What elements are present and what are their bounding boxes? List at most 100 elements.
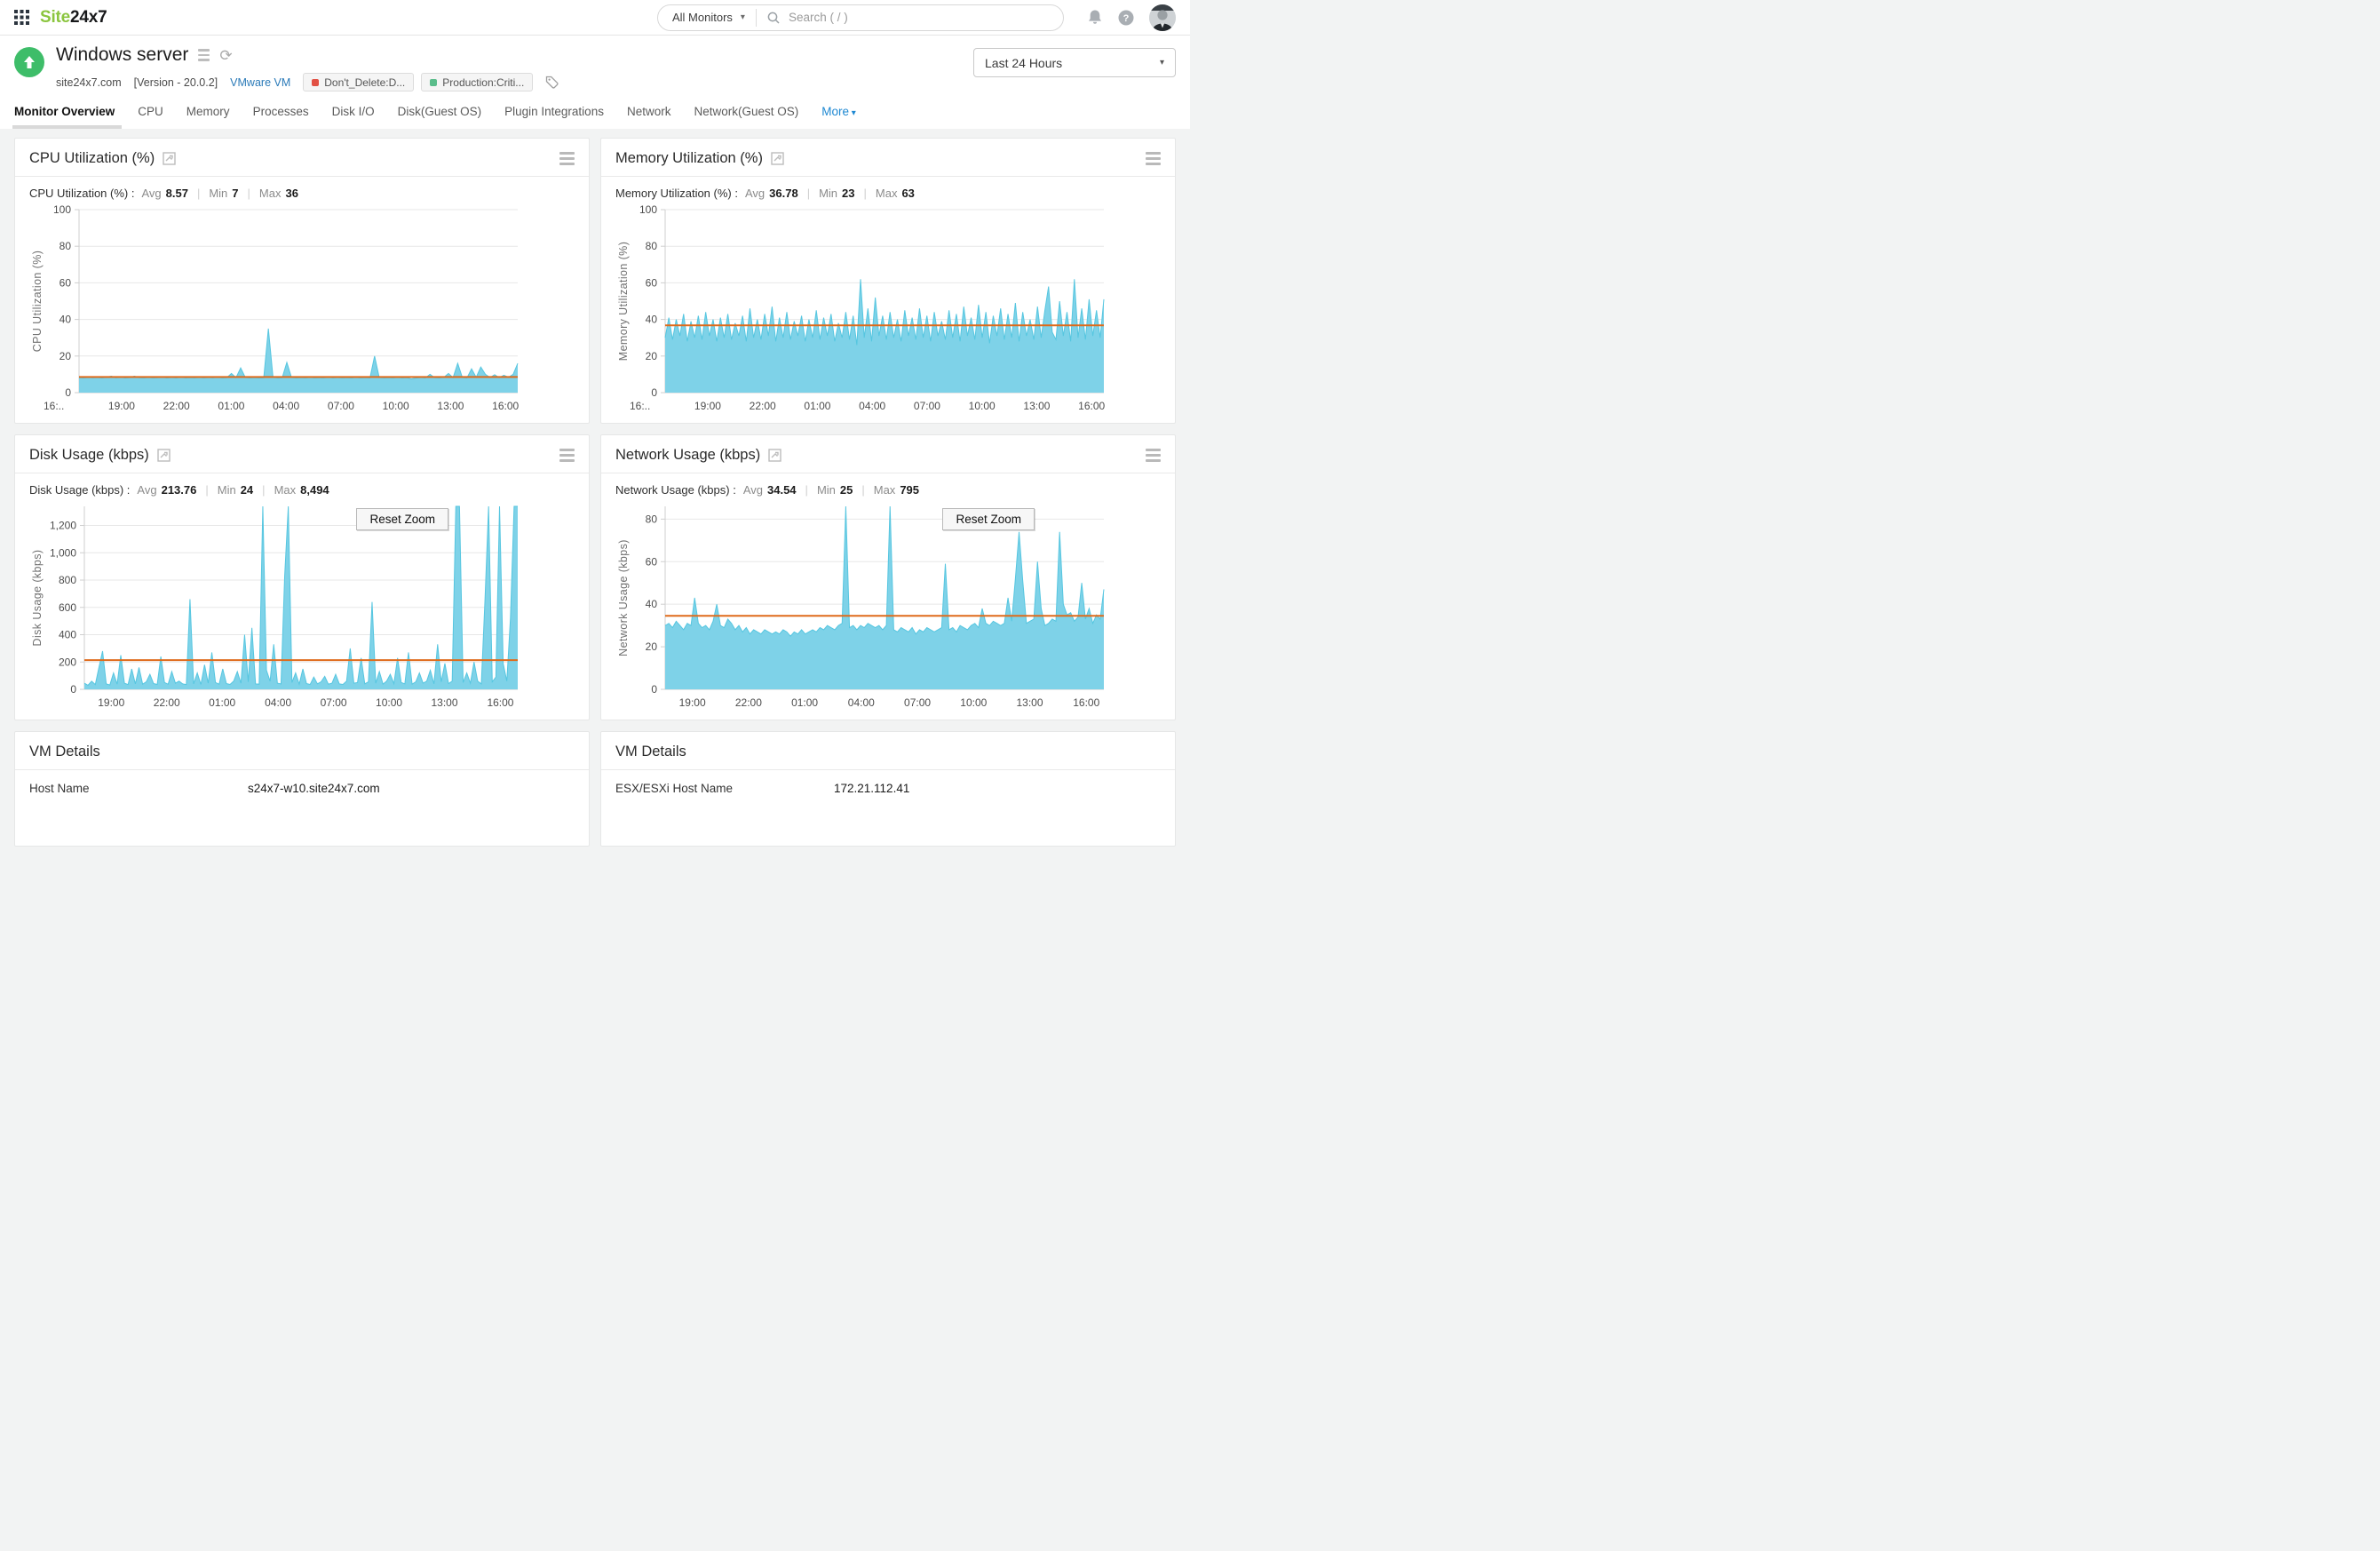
- divider: [15, 769, 589, 770]
- svg-text:0: 0: [70, 683, 76, 696]
- tab-memory[interactable]: Memory: [186, 105, 230, 129]
- svg-text:22:00: 22:00: [154, 696, 180, 709]
- memory-utilization-card: Memory Utilization (%) Memory Utilizatio…: [600, 138, 1176, 424]
- vm-details-card: VM Details Host Name s24x7-w10.site24x7.…: [14, 731, 590, 847]
- tag-icon[interactable]: [545, 76, 559, 89]
- svg-text:100: 100: [53, 203, 71, 216]
- chart-popout-icon[interactable]: [768, 449, 781, 462]
- monitor-meta: site24x7.com [Version - 20.0.2] VMware V…: [56, 73, 559, 91]
- monitor-scope-dropdown[interactable]: All Monitors ▾: [658, 11, 756, 24]
- chart-popout-icon[interactable]: [163, 152, 176, 165]
- svg-text:10:00: 10:00: [376, 696, 402, 709]
- svg-text:01:00: 01:00: [804, 400, 830, 412]
- tab-disk-guest-os[interactable]: Disk(Guest OS): [398, 105, 482, 129]
- search-box[interactable]: [757, 10, 1063, 25]
- vm-detail-value: 172.21.112.41: [834, 782, 910, 795]
- tab-network[interactable]: Network: [627, 105, 671, 129]
- tab-cpu[interactable]: CPU: [138, 105, 163, 129]
- user-avatar[interactable]: [1149, 4, 1176, 31]
- svg-text:200: 200: [59, 656, 76, 668]
- svg-text:01:00: 01:00: [791, 696, 818, 709]
- chart-title: CPU Utilization (%): [29, 150, 155, 166]
- tab-network-guest-os[interactable]: Network(Guest OS): [694, 105, 798, 129]
- svg-text:10:00: 10:00: [960, 696, 987, 709]
- app-grid-icon[interactable]: [14, 10, 29, 25]
- site-logo[interactable]: Site24x7: [40, 8, 107, 28]
- svg-text:1,000: 1,000: [50, 546, 76, 559]
- search-input[interactable]: [786, 10, 1052, 25]
- cpu-utilization-chart[interactable]: 0 20 40 60 80 100 16:.. 19:00 22:00 01:00 04:00 07:…: [29, 203, 527, 416]
- svg-text:13:00: 13:00: [437, 400, 464, 412]
- svg-text:40: 40: [646, 314, 658, 326]
- monitor-tabs: Monitor Overview CPU Memory Processes Disk I…: [0, 91, 1190, 129]
- chart-popout-icon[interactable]: [157, 449, 171, 462]
- network-usage-card: Network Usage (kbps) Network Usage (kbps…: [600, 434, 1176, 720]
- svg-text:16:00: 16:00: [487, 696, 513, 709]
- vm-details-title: VM Details: [29, 744, 100, 760]
- svg-text:80: 80: [60, 240, 72, 252]
- y-axis-title: Disk Usage (kbps): [31, 550, 44, 647]
- svg-text:40: 40: [60, 314, 72, 326]
- monitor-scope-label: All Monitors: [672, 11, 733, 24]
- help-icon[interactable]: ?: [1118, 10, 1134, 26]
- vm-detail-label: ESX/ESXi Host Name: [615, 782, 734, 795]
- network-usage-chart[interactable]: 0 20 40 60 80 19:00 22:00 01:00 04:00 07:00 10:00 1…: [615, 499, 1113, 712]
- reset-zoom-button[interactable]: Reset Zoom: [942, 508, 1035, 530]
- divider: [601, 176, 1175, 177]
- dashboard-content: CPU Utilization (%) CPU Utilization (%) …: [0, 129, 1190, 847]
- svg-text:07:00: 07:00: [914, 400, 940, 412]
- svg-text:07:00: 07:00: [321, 696, 347, 709]
- search-icon: [767, 12, 780, 24]
- chart-stats: Network Usage (kbps) : Avg 34.54 | Min 25 …: [615, 483, 920, 497]
- tab-disk-i-o[interactable]: Disk I/O: [332, 105, 375, 129]
- chart-stats: CPU Utilization (%) : Avg 8.57 | Min 7 | M…: [29, 187, 298, 200]
- svg-text:800: 800: [59, 574, 76, 586]
- tag-chip[interactable]: Production:Criti...: [421, 73, 534, 91]
- tag-color-dot: [312, 78, 320, 86]
- chart-popout-icon[interactable]: [771, 152, 784, 165]
- page-title: Windows server: [56, 44, 189, 65]
- tab-monitor-overview[interactable]: Monitor Overview: [12, 105, 123, 129]
- vm-detail-value: s24x7-w10.site24x7.com: [248, 782, 380, 795]
- cpu-utilization-card: CPU Utilization (%) CPU Utilization (%) …: [14, 138, 590, 424]
- tab-plugin-integrations[interactable]: Plugin Integrations: [504, 105, 604, 129]
- top-bar: Site24x7 All Monitors ▾ ?: [0, 0, 1190, 36]
- svg-text:16:00: 16:00: [492, 400, 519, 412]
- monitor-version: [Version - 20.0.2]: [133, 76, 218, 89]
- chevron-down-icon: ▾: [849, 108, 856, 118]
- svg-text:13:00: 13:00: [1023, 400, 1050, 412]
- chart-menu-icon[interactable]: [559, 448, 575, 463]
- reset-zoom-button[interactable]: Reset Zoom: [356, 508, 448, 530]
- svg-text:16:..: 16:..: [630, 400, 650, 412]
- chevron-down-icon: ▾: [740, 12, 745, 22]
- chart-menu-icon[interactable]: [1146, 448, 1161, 463]
- svg-text:0: 0: [651, 386, 657, 399]
- disk-usage-card: Disk Usage (kbps) Disk Usage (kbps) : Av…: [14, 434, 590, 720]
- title-menu-icon[interactable]: [198, 49, 210, 61]
- memory-utilization-plot: 0 20 40 60 80 100 16:.. 19:00 22:00 01:00 04:00 07:…: [617, 203, 1106, 412]
- vm-detail-row: Host Name s24x7-w10.site24x7.com: [29, 782, 575, 795]
- chart-menu-icon[interactable]: [559, 151, 575, 166]
- tab-processes[interactable]: Processes: [253, 105, 309, 129]
- memory-utilization-chart[interactable]: 0 20 40 60 80 100 16:.. 19:00 22:00 01:00 04:00 07:…: [615, 203, 1113, 416]
- global-search-group: All Monitors ▾: [657, 4, 1064, 31]
- notification-bell-icon[interactable]: [1087, 9, 1103, 26]
- chart-menu-icon[interactable]: [1146, 151, 1161, 166]
- svg-text:13:00: 13:00: [1016, 696, 1043, 709]
- time-range-value: Last 24 Hours: [985, 55, 1063, 70]
- vmware-vm-link[interactable]: VMware VM: [230, 76, 290, 89]
- disk-usage-chart[interactable]: 0 200 400 600 800 1,000 1,200 19:00 22:00 01:00 04…: [29, 499, 527, 712]
- chevron-down-icon: ▾: [1159, 58, 1164, 68]
- tag-chip[interactable]: Don't_Delete:D...: [303, 73, 415, 91]
- svg-text:0: 0: [65, 386, 71, 399]
- svg-text:40: 40: [646, 598, 658, 610]
- tag-color-dot: [430, 78, 438, 86]
- avatar-image: [1149, 4, 1176, 31]
- svg-text:80: 80: [646, 240, 658, 252]
- refresh-icon[interactable]: ⟳: [219, 48, 232, 63]
- time-range-select[interactable]: Last 24 Hours ▾: [973, 48, 1176, 77]
- y-axis-title: CPU Utilization (%): [31, 251, 44, 353]
- tab-more[interactable]: More ▾: [821, 105, 856, 129]
- svg-text:10:00: 10:00: [383, 400, 409, 412]
- monitor-domain: site24x7.com: [56, 76, 122, 89]
